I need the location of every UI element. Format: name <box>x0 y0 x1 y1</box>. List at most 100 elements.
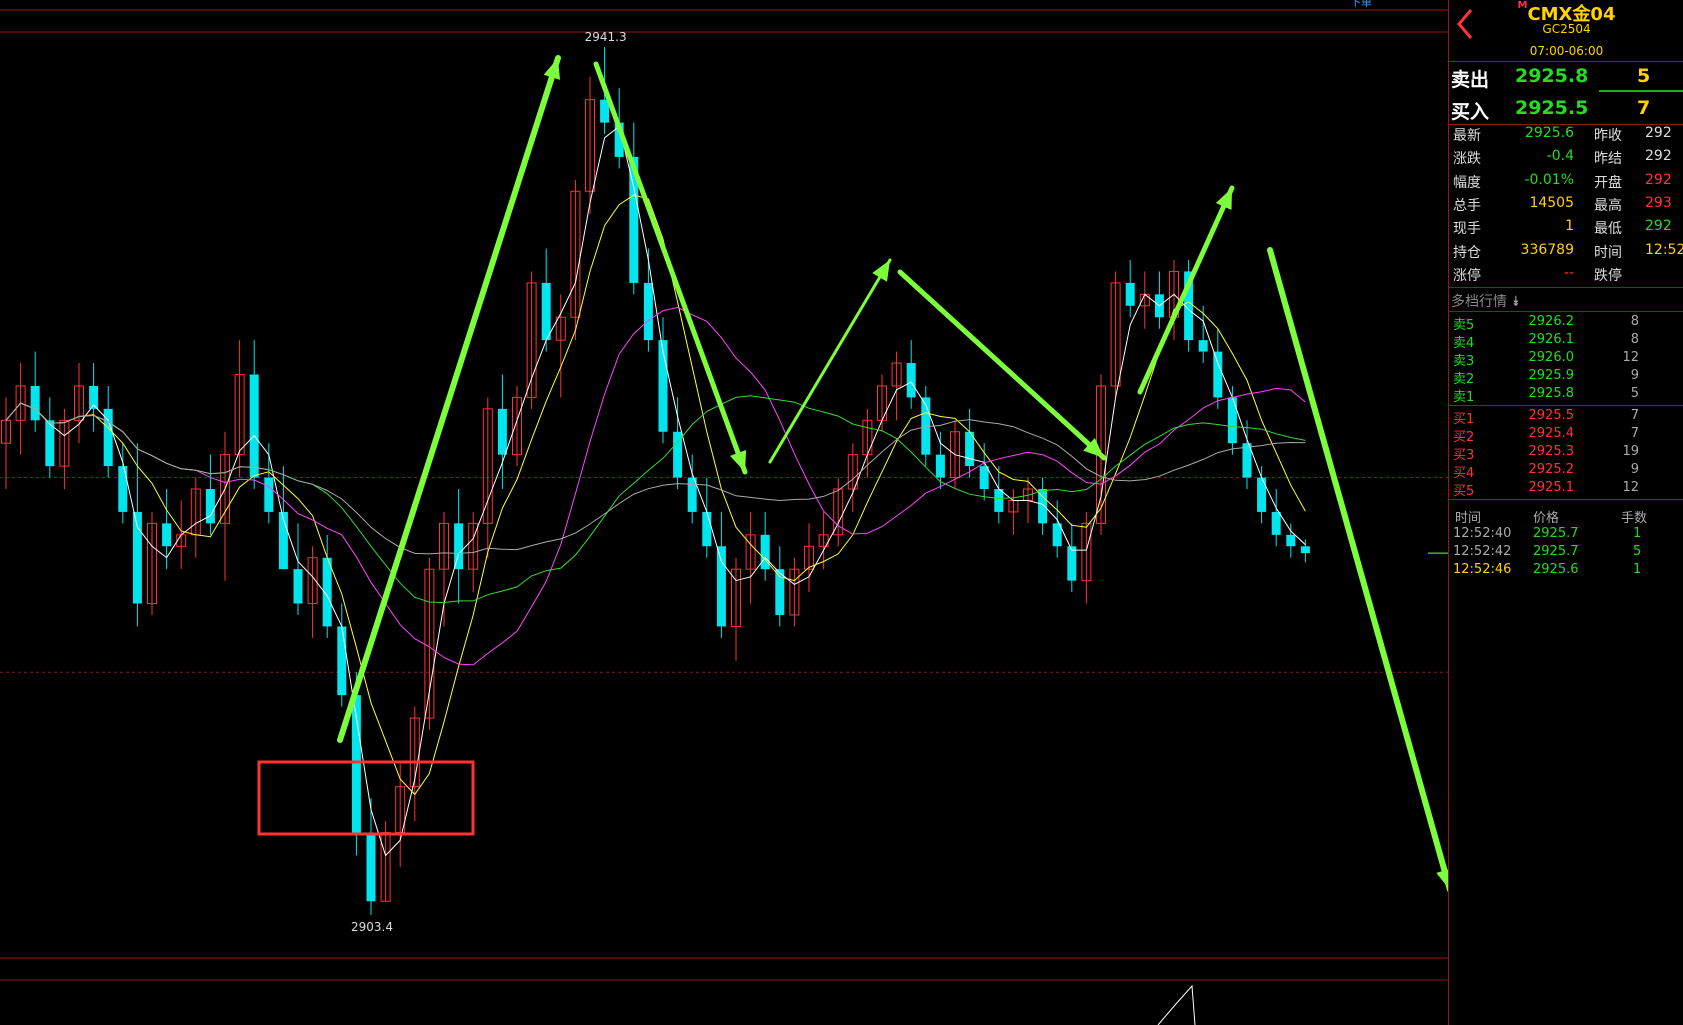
annotation-box <box>257 760 475 836</box>
candle-body-down <box>118 466 128 512</box>
stat-label: 幅度 <box>1453 174 1481 191</box>
sell-volume: 5 <box>1637 65 1651 87</box>
level-label: 买5 <box>1453 484 1475 499</box>
price-chart-svg[interactable]: 2941.3 2903.4 下单 <box>0 0 1448 1025</box>
candle-body-down <box>1227 397 1237 444</box>
level-price: 2925.4 <box>1528 426 1575 441</box>
level-label: 卖5 <box>1453 318 1475 333</box>
stat-label: 跌停 <box>1594 267 1622 284</box>
orderbook-row[interactable]: 卖1 2925.8 5 <box>1449 386 1683 405</box>
level-label: 买1 <box>1453 412 1475 427</box>
trend-arrow-line <box>1267 247 1448 893</box>
level-price: 2926.0 <box>1528 350 1575 365</box>
candle-body-down <box>264 477 274 512</box>
trade-price: 2925.6 <box>1533 562 1579 577</box>
stat-label: 最低 <box>1594 221 1622 238</box>
trades-header-time: 时间 <box>1455 511 1482 526</box>
orderbook-row[interactable]: 买2 2925.4 7 <box>1449 426 1683 445</box>
orderbook-row[interactable]: 买1 2925.5 7 <box>1449 408 1683 427</box>
level-volume: 8 <box>1630 314 1639 329</box>
candle-body-down <box>994 489 1004 512</box>
stat-label: 最高 <box>1594 197 1622 214</box>
level-volume: 7 <box>1630 408 1639 423</box>
stat-label: 持仓 <box>1453 244 1481 261</box>
level-volume: 7 <box>1630 426 1639 441</box>
stat-label: 时间 <box>1594 244 1622 261</box>
candle-body-down <box>162 523 172 547</box>
trend-arrow-line <box>897 269 1107 461</box>
trade-time: 12:52:42 <box>1453 544 1512 559</box>
candle-body-down <box>935 454 945 478</box>
double-chevron-down-icon[interactable]: ⯯ <box>1511 294 1519 310</box>
orderbook-row[interactable]: 卖4 2926.1 8 <box>1449 332 1683 351</box>
level-label: 卖4 <box>1453 336 1475 351</box>
trades-header: 时间 价格 手数 <box>1449 507 1683 526</box>
trade-price: 2925.7 <box>1533 526 1579 541</box>
trade-volume: 1 <box>1633 526 1642 541</box>
stat-value: 14505 <box>1529 194 1574 211</box>
orderbook-row[interactable]: 买3 2925.3 19 <box>1449 444 1683 463</box>
buy-quote-row[interactable]: 买入 2925.5 7 <box>1449 93 1683 123</box>
stat-label: 现手 <box>1453 221 1481 238</box>
trend-arrow-line <box>337 55 561 743</box>
orderbook-row[interactable]: 买5 2925.1 12 <box>1449 480 1683 499</box>
stat-value: -- <box>1563 264 1574 281</box>
candle-body-down <box>658 340 668 432</box>
sell-quote-row[interactable]: 卖出 2925.8 5 <box>1449 61 1683 91</box>
level-price: 2926.2 <box>1528 314 1575 329</box>
candle-body-down <box>1271 511 1281 535</box>
candle-body-down <box>1300 546 1310 554</box>
level-volume: 5 <box>1630 386 1639 401</box>
orderbook-row[interactable]: 卖2 2925.9 9 <box>1449 368 1683 387</box>
trend-arrow-head <box>872 260 890 282</box>
candle-body-down <box>1213 351 1223 398</box>
stat-label: 涨停 <box>1453 267 1481 284</box>
moving-average-line <box>5 125 1306 857</box>
stat-value: 293 <box>1645 194 1672 211</box>
moving-average-line <box>5 402 1306 555</box>
level-volume: 9 <box>1630 462 1639 477</box>
candle-body-down <box>337 626 347 696</box>
level-volume: 12 <box>1622 350 1639 365</box>
orderbook-row[interactable]: 卖5 2926.2 8 <box>1449 314 1683 333</box>
candle-body-down <box>249 374 259 478</box>
stat-value: 292 <box>1645 171 1672 188</box>
candle-body-down <box>1125 282 1135 306</box>
trade-price: 2925.7 <box>1533 544 1579 559</box>
sell-label: 卖出 <box>1451 69 1490 91</box>
candle-body-down <box>1067 546 1077 581</box>
contract-code: GC2504 <box>1542 22 1591 36</box>
stat-value: 336789 <box>1520 241 1574 258</box>
candle-body-down <box>1198 340 1208 352</box>
depth-title[interactable]: 多档行情 ⯯ <box>1451 291 1520 311</box>
buy-volume: 7 <box>1637 97 1651 119</box>
level-label: 卖2 <box>1453 372 1475 387</box>
order-label: 下单 <box>1350 0 1372 9</box>
level-price: 2925.5 <box>1528 408 1575 423</box>
candle-body-down <box>1038 489 1048 524</box>
level-volume: 12 <box>1622 480 1639 495</box>
stat-value: 292 <box>1645 125 1672 141</box>
orderbook-row[interactable]: 买4 2925.2 9 <box>1449 462 1683 481</box>
stat-value: 1 <box>1565 218 1574 235</box>
trading-session: 07:00-06:00 <box>1529 44 1604 58</box>
candle-body-down <box>454 523 464 570</box>
candle-body-down <box>497 408 507 455</box>
stat-value: 12:52 <box>1645 241 1683 258</box>
level-price: 2926.1 <box>1528 332 1575 347</box>
contract-mark: M <box>1517 0 1528 11</box>
trade-volume: 5 <box>1633 544 1642 559</box>
buy-price: 2925.5 <box>1515 97 1589 119</box>
candlestick-chart[interactable]: 2941.3 2903.4 下单 <box>0 0 1448 1025</box>
candle-body-down <box>293 569 303 604</box>
stat-value: -0.01% <box>1524 171 1574 188</box>
trade-row: 12:52:46 2925.6 1 <box>1449 562 1683 580</box>
stat-value: 2925.6 <box>1525 125 1574 141</box>
level-label: 卖1 <box>1453 390 1475 405</box>
level-price: 2925.8 <box>1528 386 1575 401</box>
orderbook-row[interactable]: 卖3 2926.0 12 <box>1449 350 1683 369</box>
stat-label: 涨跌 <box>1453 151 1481 168</box>
trade-time: 12:52:40 <box>1453 526 1512 541</box>
level-label: 买2 <box>1453 430 1475 445</box>
trend-arrow-head <box>730 450 747 472</box>
